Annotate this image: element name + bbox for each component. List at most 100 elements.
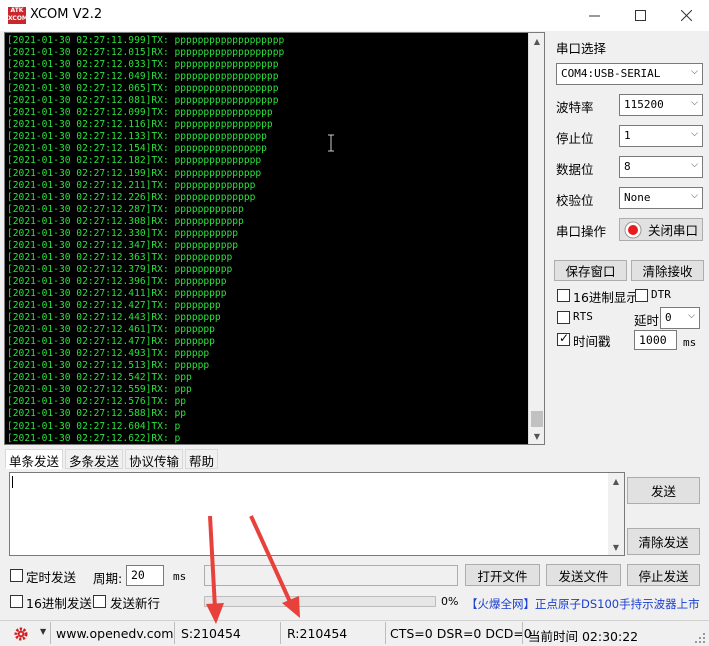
website-link[interactable]: www.openedv.com xyxy=(56,626,173,641)
terminal-line: [2021-01-30 02:27:12.477]RX: ppppppp xyxy=(7,336,215,348)
terminal-line: [2021-01-30 02:27:12.211]TX: ppppppppppp… xyxy=(7,179,256,191)
current-time: 当前时间 02:30:22 xyxy=(528,629,639,644)
timestamp-checkbox[interactable] xyxy=(557,331,570,346)
period-input[interactable]: 20 xyxy=(126,565,164,586)
timed-send-checkbox[interactable] xyxy=(10,569,23,582)
delay-label: 延时 xyxy=(634,313,660,328)
terminal-line: [2021-01-30 02:27:12.033]TX: ppppppppppp… xyxy=(7,59,279,71)
terminal-line: [2021-01-30 02:27:12.099]TX: ppppppppppp… xyxy=(7,107,273,119)
port-select[interactable]: COM4:USB-SERIAL ⌵ xyxy=(556,63,703,85)
terminal-line: [2021-01-30 02:27:12.226]RX: ppppppppppp… xyxy=(7,191,256,203)
maximize-icon xyxy=(634,10,646,21)
send-button[interactable]: 发送 xyxy=(627,477,700,504)
terminal-line: [2021-01-30 02:27:12.493]TX: pppppp xyxy=(7,348,210,360)
send-file-button[interactable]: 发送文件 xyxy=(546,564,621,586)
terminal-line: [2021-01-30 02:27:12.411]RX: ppppppppp xyxy=(7,287,227,299)
received-count: R:210454 xyxy=(287,626,348,641)
chevron-down-icon: ⌵ xyxy=(691,160,698,170)
chevron-down-icon: ⌵ xyxy=(691,129,698,139)
terminal-line: [2021-01-30 02:27:12.049]RX: ppppppppppp… xyxy=(7,71,279,83)
clear-send-button[interactable]: 清除发送 xyxy=(627,528,700,555)
terminal-line: [2021-01-30 02:27:12.308]RX: ppppppppppp… xyxy=(7,215,244,227)
terminal-line: [2021-01-30 02:27:11.999]TX: ppppppppppp… xyxy=(7,35,285,46)
send-progress-bar xyxy=(204,596,436,607)
dtr-checkbox[interactable] xyxy=(635,289,648,302)
send-textarea[interactable]: ▲ ▼ xyxy=(9,472,625,556)
scroll-down-icon[interactable]: ▼ xyxy=(529,428,545,444)
ad-link[interactable]: 【火爆全网】正点原子DS100手持示波器上市 xyxy=(466,596,700,612)
terminal-line: [2021-01-30 02:27:12.443]RX: pppppppp xyxy=(7,312,221,324)
parity-select[interactable]: None ⌵ xyxy=(619,187,703,209)
clear-receive-button[interactable]: 清除接收 xyxy=(631,260,704,281)
terminal-line: [2021-01-30 02:27:12.513]RX: pppppp xyxy=(7,360,210,372)
progress-percent: 0% xyxy=(441,595,459,608)
timed-send-label: 定时发送 xyxy=(26,570,77,585)
close-port-button[interactable]: 关闭串口 xyxy=(619,218,703,241)
port-select-label: 串口选择 xyxy=(556,41,607,56)
record-indicator-icon xyxy=(624,221,642,238)
terminal-line: [2021-01-30 02:27:12.427]TX: pppppppp xyxy=(7,300,221,312)
status-divider xyxy=(385,622,386,644)
dropdown-arrow-icon[interactable]: ▼ xyxy=(40,627,46,636)
rts-checkbox[interactable] xyxy=(557,311,570,324)
chevron-down-icon: ⌵ xyxy=(688,311,695,321)
tab-protocol[interactable]: 协议传输 xyxy=(125,449,184,469)
receive-terminal[interactable]: [2021-01-30 02:27:11.999]TX: ppppppppppp… xyxy=(4,32,545,445)
window-title: XCOM V2.2 xyxy=(30,7,103,22)
delay-select[interactable]: 0 ⌵ xyxy=(660,307,700,329)
gear-icon[interactable] xyxy=(13,626,31,642)
baud-label: 波特率 xyxy=(556,100,594,115)
stop-bits-select[interactable]: 1 ⌵ xyxy=(619,125,703,147)
title-bar[interactable]: ATK XCOM XCOM V2.2 xyxy=(0,0,709,31)
port-op-label: 串口操作 xyxy=(556,224,607,239)
terminal-line: [2021-01-30 02:27:12.542]TX: ppp xyxy=(7,372,192,384)
stop-send-button[interactable]: 停止发送 xyxy=(627,564,700,586)
hex-send-label: 16进制发送 xyxy=(26,596,92,611)
save-window-button[interactable]: 保存窗口 xyxy=(554,260,627,281)
terminal-scrollbar[interactable]: ▲ ▼ xyxy=(528,33,544,444)
resize-grip-icon[interactable] xyxy=(694,632,706,644)
scroll-up-icon[interactable]: ▲ xyxy=(529,33,545,49)
chevron-down-icon: ⌵ xyxy=(691,98,698,108)
baud-select[interactable]: 115200 ⌵ xyxy=(619,94,703,116)
tab-help[interactable]: 帮助 xyxy=(185,449,219,469)
dtr-label: DTR xyxy=(651,288,671,301)
send-scrollbar[interactable]: ▲ ▼ xyxy=(608,473,624,555)
text-cursor-icon xyxy=(328,134,334,152)
terminal-line: [2021-01-30 02:27:12.461]TX: ppppppp xyxy=(7,324,215,336)
maximize-button[interactable] xyxy=(617,0,663,31)
data-bits-value: 8 xyxy=(624,160,631,173)
status-divider xyxy=(522,622,523,644)
terminal-line: [2021-01-30 02:27:12.396]TX: ppppppppp xyxy=(7,275,227,287)
tab-single-send[interactable]: 单条发送 xyxy=(5,449,64,469)
terminal-line: [2021-01-30 02:27:12.330]TX: ppppppppppp xyxy=(7,227,239,239)
timestamp-interval-input[interactable]: 1000 xyxy=(634,330,677,350)
stop-bits-value: 1 xyxy=(624,129,631,142)
terminal-line: [2021-01-30 02:27:12.133]TX: ppppppppppp… xyxy=(7,131,267,143)
terminal-line: [2021-01-30 02:27:12.154]RX: ppppppppppp… xyxy=(7,143,267,155)
terminal-line: [2021-01-30 02:27:12.065]TX: ppppppppppp… xyxy=(7,83,279,95)
terminal-line: [2021-01-30 02:27:12.287]TX: ppppppppppp… xyxy=(7,203,244,215)
data-bits-select[interactable]: 8 ⌵ xyxy=(619,156,703,178)
delay-value: 0 xyxy=(665,311,672,324)
terminal-line: [2021-01-30 02:27:12.116]RX: ppppppppppp… xyxy=(7,119,273,131)
hex-send-checkbox[interactable] xyxy=(10,595,23,608)
close-button[interactable] xyxy=(663,0,709,31)
scroll-down-icon[interactable]: ▼ xyxy=(608,539,624,555)
scrollbar-thumb[interactable] xyxy=(531,411,543,427)
terminal-line: [2021-01-30 02:27:12.379]RX: pppppppppp xyxy=(7,263,233,275)
minimize-icon xyxy=(588,15,600,17)
minimize-button[interactable] xyxy=(571,0,617,31)
baud-value: 115200 xyxy=(624,98,664,111)
terminal-line: [2021-01-30 02:27:12.347]RX: ppppppppppp xyxy=(7,239,239,251)
file-path-field[interactable] xyxy=(204,565,458,586)
scroll-up-icon[interactable]: ▲ xyxy=(608,473,624,489)
open-file-button[interactable]: 打开文件 xyxy=(465,564,540,586)
hex-display-checkbox[interactable] xyxy=(557,289,570,302)
parity-value: None xyxy=(624,191,651,204)
timestamp-unit: ms xyxy=(683,336,697,349)
send-newline-checkbox[interactable] xyxy=(93,595,106,608)
send-newline-label: 发送新行 xyxy=(110,596,161,611)
terminal-line: [2021-01-30 02:27:12.559]RX: ppp xyxy=(7,384,192,396)
tab-multi-send[interactable]: 多条发送 xyxy=(65,449,124,469)
